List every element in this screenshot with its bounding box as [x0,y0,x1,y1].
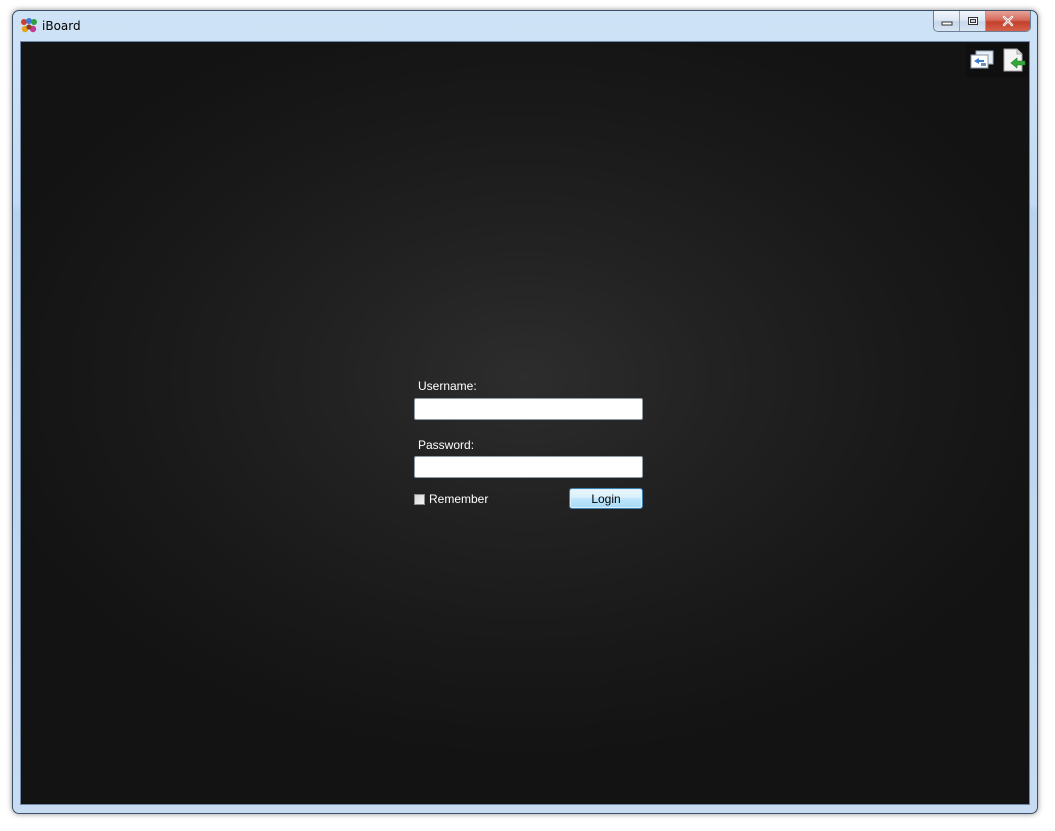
login-button[interactable]: Login [569,488,643,509]
switch-board-icon [970,50,993,69]
switch-board-button[interactable] [968,46,996,74]
restore-icon [967,17,978,25]
close-icon [1002,15,1014,27]
window-title: iBoard [42,19,81,33]
main-content: Username: Password: Remember Login [20,41,1030,805]
close-button[interactable] [986,11,1030,31]
top-right-toolbar [966,43,1028,77]
username-label: Username: [418,379,477,393]
app-window: iBoard Username: Password: Remember Logi… [12,10,1038,814]
logout-button[interactable] [999,46,1027,74]
remember-checkbox[interactable] [414,493,425,505]
password-label: Password: [418,438,475,452]
window-controls [933,11,1031,32]
restore-button[interactable] [960,11,986,31]
remember-label: Remember [429,492,489,506]
title-bar[interactable]: iBoard [13,11,1037,41]
minimize-icon [941,21,952,26]
password-input[interactable] [414,456,643,478]
username-input[interactable] [414,398,643,420]
minimize-button[interactable] [934,11,960,31]
app-logo-icon [20,18,38,34]
logout-door-icon [1003,48,1025,72]
remember-checkbox-group[interactable]: Remember [414,492,488,506]
